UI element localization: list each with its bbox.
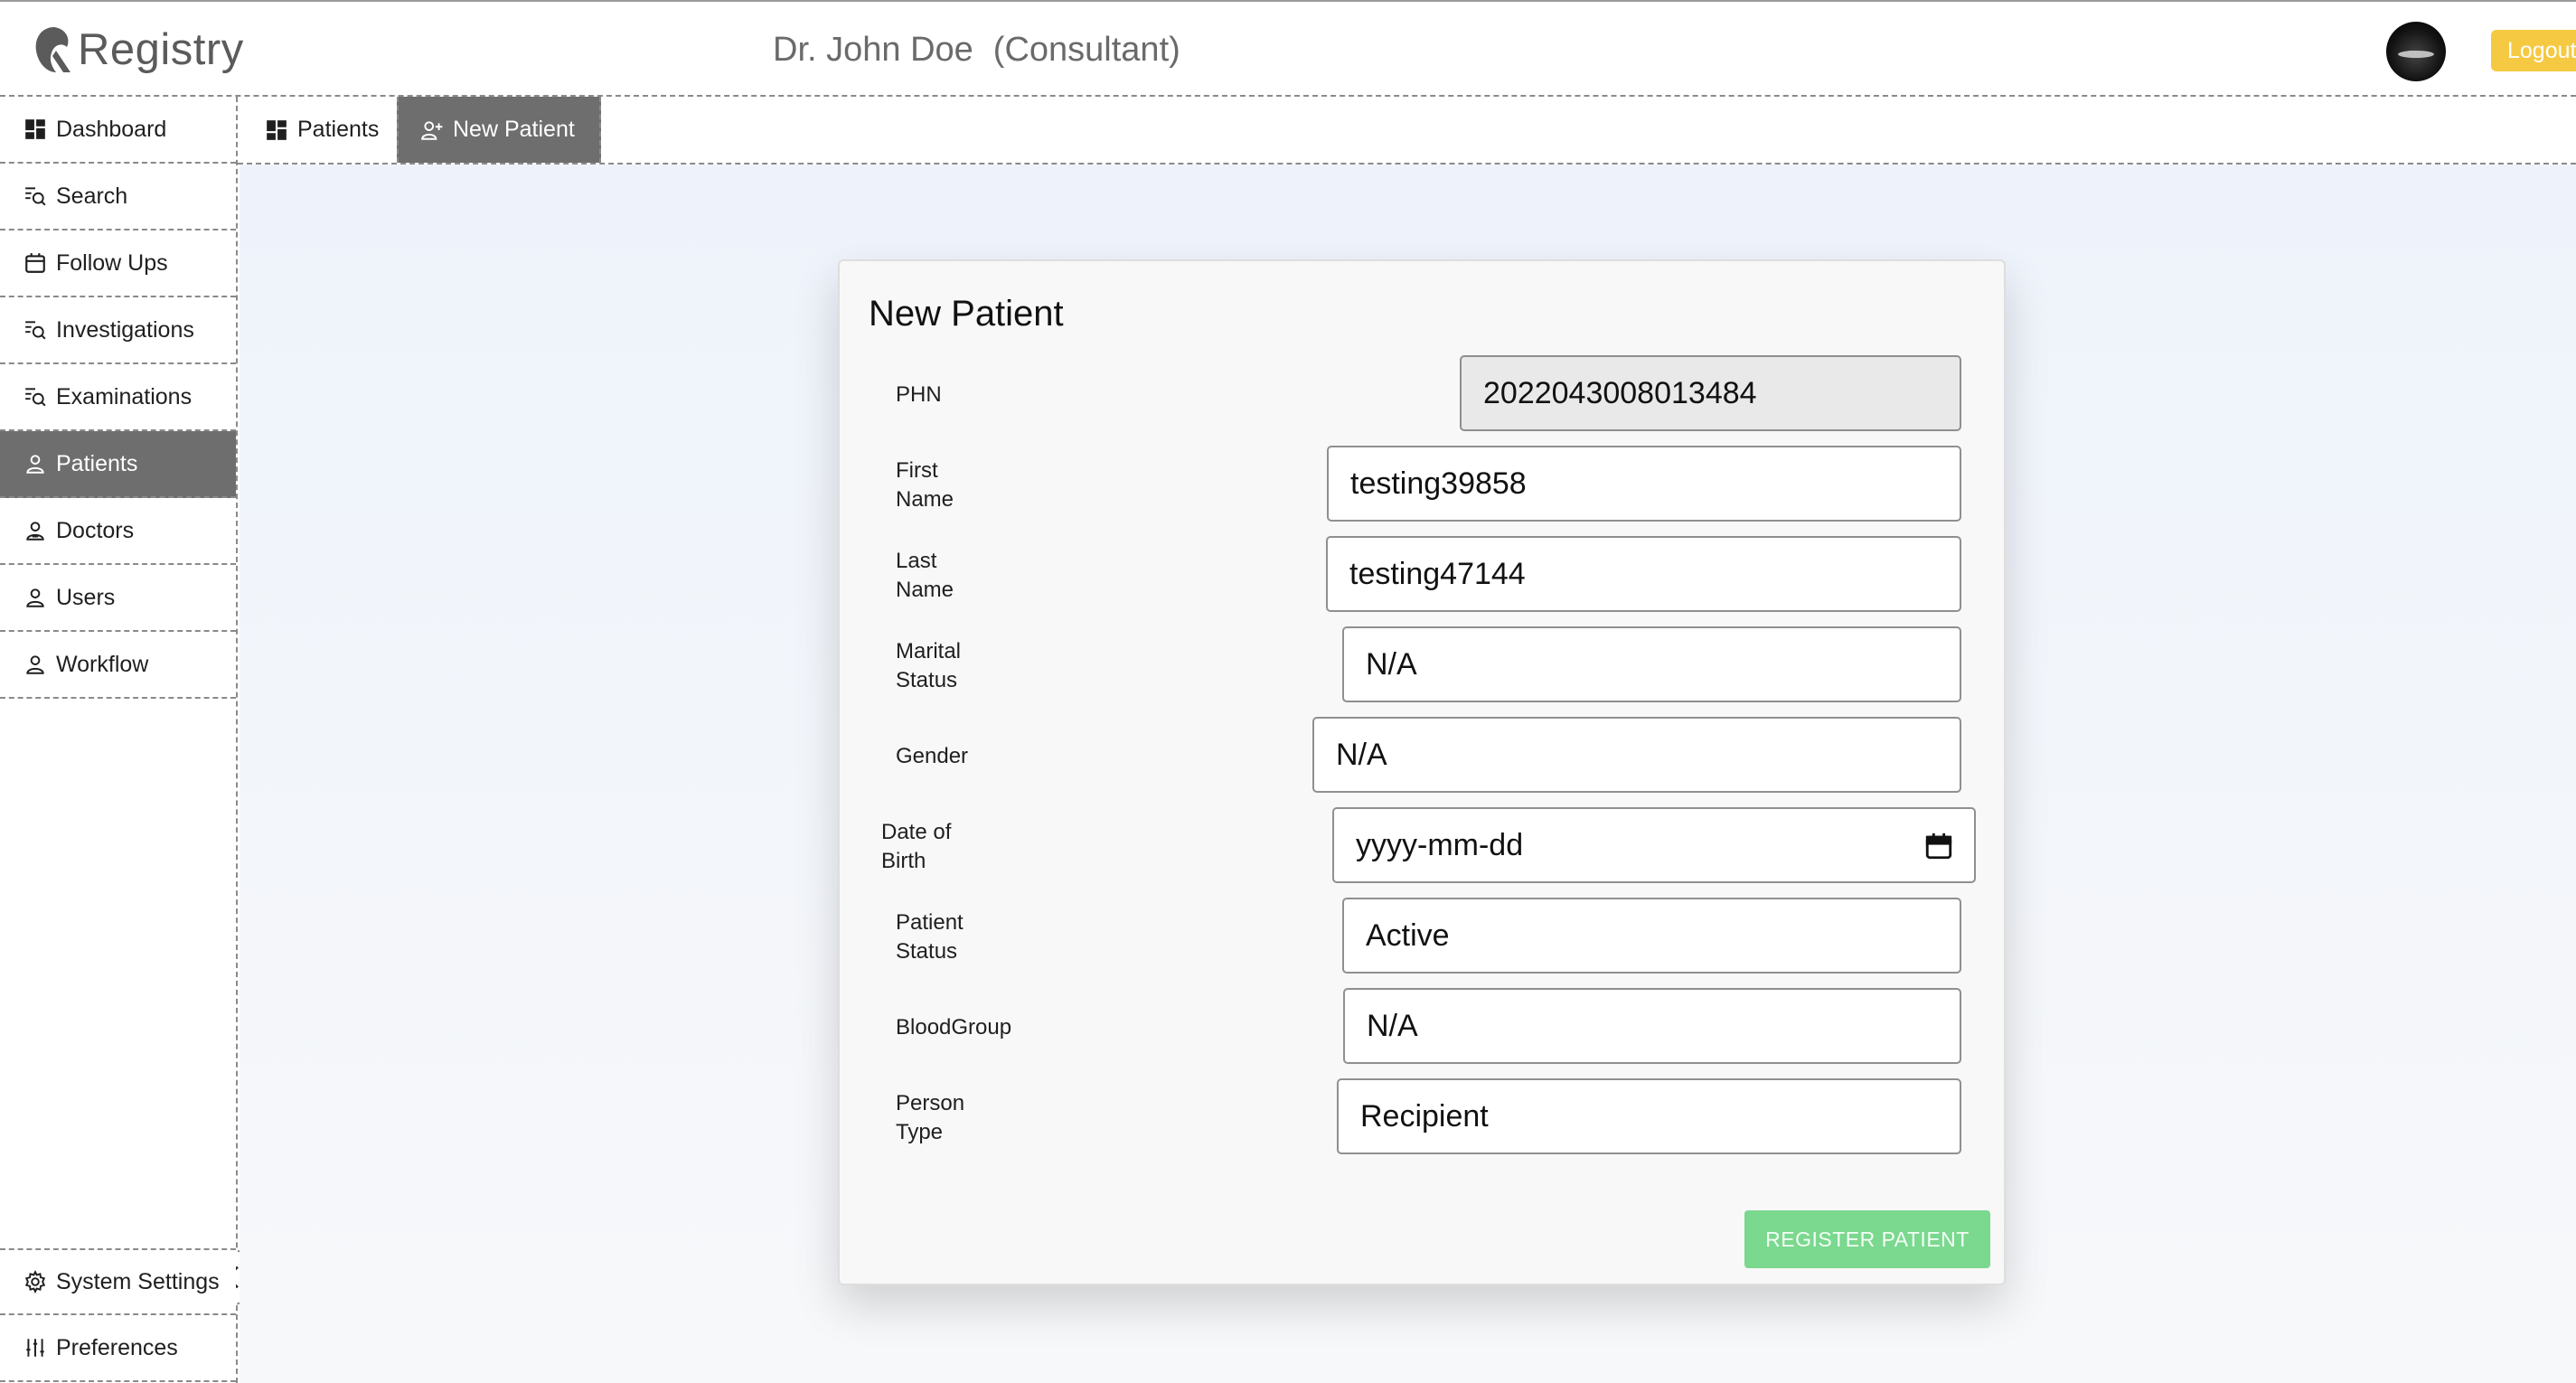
person-type-label-line1: Person: [896, 1091, 965, 1115]
gender-value: N/A: [1336, 737, 1387, 772]
main-content: New Patient PHN 2022043008013484 First N…: [240, 165, 2576, 1383]
sidebar-item-label: Follow Ups: [56, 249, 168, 276]
tab-patients[interactable]: Patients: [243, 97, 400, 163]
add-user-icon: [420, 118, 444, 142]
last-name-label-line2: Name: [896, 578, 954, 602]
date-of-birth-label: Date of Birth: [881, 818, 1026, 876]
patient-status-label-line2: Status: [896, 939, 958, 964]
person-type-label-line2: Type: [896, 1120, 944, 1144]
last-name-field[interactable]: testing47144: [1326, 536, 1961, 612]
marital-status-label-line2: Status: [896, 668, 958, 692]
last-name-value: testing47144: [1349, 556, 1526, 591]
current-user: Dr. John Doe (Consultant): [773, 31, 1180, 70]
marital-status-select[interactable]: N/A: [1342, 626, 1961, 702]
sidebar-item-label: Preferences: [56, 1334, 178, 1360]
sidebar-item-label: Dashboard: [56, 116, 167, 142]
marital-status-label-line1: Marital: [896, 639, 962, 663]
patient-status-label-line1: Patient: [896, 910, 964, 935]
doctor-icon: [24, 519, 47, 542]
patient-status-label: Patient Status: [896, 908, 1040, 966]
sidebar-item-follow-ups[interactable]: Follow Ups: [0, 230, 236, 297]
user-role: (Consultant): [992, 31, 1180, 69]
logout-button[interactable]: Logout: [2491, 30, 2576, 71]
first-name-field[interactable]: testing39858: [1327, 446, 1961, 522]
blood-group-label-text: BloodGroup: [896, 1015, 1012, 1040]
register-patient-button[interactable]: REGISTER PATIENT: [1744, 1210, 1990, 1268]
dashboard-icon: [24, 118, 47, 141]
sidebar: Dashboard Search Follow Ups Investigatio…: [0, 97, 258, 1383]
last-name-label-line1: Last: [896, 549, 937, 573]
person-type-label: Person Type: [896, 1089, 1040, 1147]
patient-status-value: Active: [1366, 917, 1450, 953]
search-list-icon: [24, 385, 47, 409]
sidebar-item-preferences[interactable]: Preferences: [0, 1315, 236, 1382]
sidebar-item-search[interactable]: Search: [0, 164, 236, 230]
sidebar-item-label: Workflow: [56, 651, 149, 677]
marital-status-value: N/A: [1366, 646, 1417, 682]
tab-new-patient[interactable]: New Patient: [397, 97, 601, 163]
sidebar-item-investigations[interactable]: Investigations: [0, 297, 236, 364]
search-list-icon: [24, 184, 47, 208]
gender-select[interactable]: N/A: [1312, 717, 1961, 793]
date-of-birth-placeholder: yyyy-mm-dd: [1356, 827, 1524, 862]
tab-bar: Patients New Patient: [238, 97, 2576, 165]
search-list-icon: [24, 318, 47, 342]
blood-group-label: BloodGroup: [896, 1013, 1040, 1042]
gender-label: Gender: [896, 742, 1040, 771]
app-logo[interactable]: Registry: [31, 22, 244, 78]
last-name-label: Last Name: [896, 547, 1040, 605]
tab-label: New Patient: [453, 117, 575, 142]
registry-logo-icon: [35, 27, 71, 72]
dashboard-icon: [265, 118, 288, 142]
new-patient-form: New Patient PHN 2022043008013484 First N…: [838, 259, 2006, 1285]
sidebar-item-dashboard[interactable]: Dashboard: [0, 97, 236, 164]
first-name-label-line2: Name: [896, 487, 954, 512]
phn-label: PHN: [896, 381, 1040, 409]
phn-value: 2022043008013484: [1483, 375, 1757, 410]
first-name-label: First Name: [896, 456, 1040, 514]
phn-field[interactable]: 2022043008013484: [1460, 355, 1961, 431]
sidebar-item-label: Patients: [56, 450, 138, 476]
blood-group-value: N/A: [1367, 1008, 1418, 1043]
sidebar-item-label: Examinations: [56, 383, 193, 409]
sidebar-item-examinations[interactable]: Examinations: [0, 364, 236, 431]
date-of-birth-input[interactable]: yyyy-mm-dd: [1332, 807, 1976, 883]
sliders-icon: [24, 1336, 47, 1359]
sidebar-item-doctors[interactable]: Doctors: [0, 498, 236, 565]
gear-icon: [24, 1270, 47, 1294]
gender-label-text: Gender: [896, 744, 969, 768]
date-of-birth-label-line2: Birth: [881, 849, 926, 873]
sidebar-item-label: Doctors: [56, 517, 135, 543]
tab-label: Patients: [297, 117, 380, 142]
patient-status-select[interactable]: Active: [1342, 898, 1961, 974]
calendar-icon: [24, 251, 47, 275]
avatar[interactable]: [2386, 22, 2446, 81]
person-type-select[interactable]: Recipient: [1337, 1078, 1961, 1154]
form-title: New Patient: [869, 294, 1064, 334]
sidebar-item-workflow[interactable]: Workflow: [0, 632, 236, 699]
blood-group-select[interactable]: N/A: [1343, 988, 1961, 1064]
avatar-image-icon: [2398, 51, 2434, 58]
sidebar-item-label: Search: [56, 183, 128, 209]
user-icon: [24, 586, 47, 609]
first-name-value: testing39858: [1350, 466, 1527, 501]
calendar-icon[interactable]: [1923, 831, 1954, 861]
user-name: Dr. John Doe: [773, 31, 973, 69]
sidebar-item-patients[interactable]: Patients: [0, 431, 236, 498]
user-icon: [24, 452, 47, 475]
top-bar: Registry Dr. John Doe (Consultant) Logout: [0, 0, 2576, 97]
first-name-label-line1: First: [896, 458, 938, 483]
marital-status-label: Marital Status: [896, 637, 1040, 695]
app-name: Registry: [78, 25, 244, 74]
sidebar-item-label: Users: [56, 584, 116, 610]
sidebar-item-label: Investigations: [56, 316, 194, 343]
date-of-birth-label-line1: Date of: [881, 820, 952, 844]
phn-label-text: PHN: [896, 382, 942, 407]
sidebar-item-users[interactable]: Users: [0, 565, 236, 632]
person-type-value: Recipient: [1360, 1098, 1489, 1134]
sidebar-item-label: System Settings: [56, 1268, 220, 1294]
sidebar-item-system-settings[interactable]: System Settings: [0, 1248, 236, 1315]
user-icon: [24, 653, 47, 676]
